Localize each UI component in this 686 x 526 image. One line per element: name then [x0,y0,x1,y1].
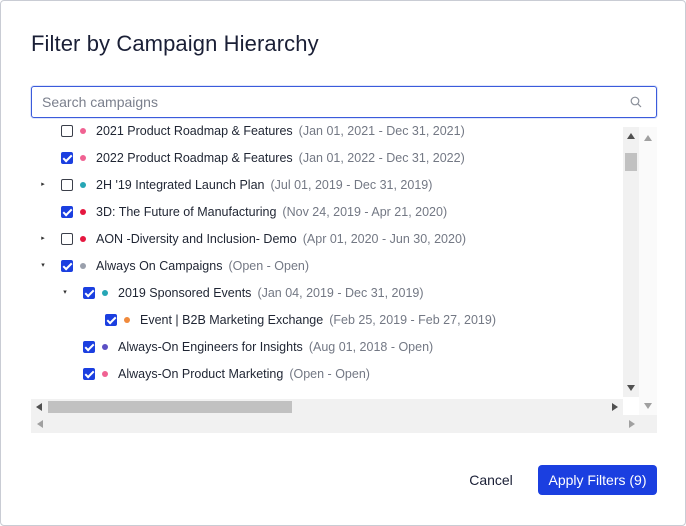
campaign-name: 2021 Product Roadmap & Features [96,124,293,138]
campaign-color-dot-icon [80,236,86,242]
campaign-color-dot-icon [80,209,86,215]
campaign-tree: 2021 Product Roadmap & Features (Jan 01, … [31,119,657,433]
horizontal-scroll-thumb[interactable] [48,401,292,413]
campaign-color-dot-icon [102,371,108,377]
tree-checkbox[interactable] [83,341,95,353]
campaign-color-dot-icon [80,155,86,161]
tree-checkbox[interactable] [61,152,73,164]
campaign-name: Always On Campaigns [96,259,223,273]
tree-checkbox[interactable] [83,368,95,380]
tree-row[interactable]: ▸ AON -Diversity and Inclusion- Demo (Apr … [31,226,621,253]
search-input[interactable] [42,91,612,113]
tree-item-label[interactable]: Always On Campaigns (Open - Open) [96,259,309,273]
campaign-name: 2019 Sponsored Events [118,286,252,300]
scroll-down-arrow-icon[interactable] [627,385,635,391]
campaign-dates: (Open - Open) [289,367,370,381]
campaign-dates: (Aug 01, 2018 - Open) [308,340,434,354]
tree-row[interactable]: 2022 Product Roadmap & Features (Jan 01, … [31,145,621,172]
tree-checkbox[interactable] [83,287,95,299]
caret-down-icon[interactable]: ▾ [61,289,69,297]
scroll-up-arrow-icon[interactable] [627,133,635,139]
tree-item-label[interactable]: Event | B2B Marketing Exchange (Feb 25, 2… [140,313,496,327]
vertical-scrollbar[interactable] [623,127,639,397]
campaign-color-dot-icon [80,128,86,134]
tree-row[interactable]: ▾ Always On Campaigns (Open - Open) [31,253,621,280]
scroll-left-arrow-icon[interactable] [36,403,42,411]
caret-down-icon[interactable]: ▾ [39,262,47,270]
campaign-dates: (Nov 24, 2019 - Apr 21, 2020) [282,205,448,219]
campaign-dates: (Open - Open) [228,259,310,273]
campaign-color-dot-icon [102,290,108,296]
horizontal-scrollbar[interactable] [31,399,623,415]
tree-row[interactable]: Always-On Engineers for Insights (Aug 01,… [31,334,621,361]
scroll-right-arrow-icon[interactable] [629,420,635,428]
campaign-name: 3D: The Future of Manufacturing [96,205,277,219]
tree-row[interactable]: ▾ 2019 Sponsored Events (Jan 04, 2019 - De… [31,280,621,307]
campaign-name: AON -Diversity and Inclusion- Demo [96,232,297,246]
outer-vertical-scrollbar[interactable] [639,127,657,417]
campaign-dates: (Jan 01, 2021 - Dec 31, 2021) [298,124,465,138]
campaign-color-dot-icon [80,182,86,188]
tree-checkbox[interactable] [61,125,73,137]
tree-checkbox[interactable] [61,233,73,245]
outer-horizontal-scrollbar[interactable] [31,415,657,433]
tree-item-label[interactable]: 2H '19 Integrated Launch Plan (Jul 01, 20… [96,178,432,192]
tree-checkbox[interactable] [61,206,73,218]
tree-row[interactable]: Event | B2B Marketing Exchange (Feb 25, 2… [31,307,621,334]
tree-item-label[interactable]: 2019 Sponsored Events (Jan 04, 2019 - Dec… [118,286,424,300]
tree-item-label[interactable]: Always-On Product Marketing (Open - Open) [118,367,370,381]
scroll-down-arrow-icon[interactable] [644,403,652,409]
apply-filters-button[interactable]: Apply Filters (9) [538,465,657,495]
tree-row[interactable]: 3D: The Future of Manufacturing (Nov 24, … [31,199,621,226]
tree-item-label[interactable]: AON -Diversity and Inclusion- Demo (Apr 0… [96,232,466,246]
campaign-name: 2H '19 Integrated Launch Plan [96,178,265,192]
scroll-left-arrow-icon[interactable] [37,420,43,428]
campaign-color-dot-icon [124,317,130,323]
campaign-color-dot-icon [80,263,86,269]
campaign-name: Event | B2B Marketing Exchange [140,313,324,327]
scroll-right-arrow-icon[interactable] [612,403,618,411]
campaign-name: Always-On Product Marketing [118,367,284,381]
tree-item-label[interactable]: 2022 Product Roadmap & Features (Jan 01, … [96,151,465,165]
tree-row[interactable]: 2021 Product Roadmap & Features (Jan 01, … [31,119,621,145]
tree-item-label[interactable]: 3D: The Future of Manufacturing (Nov 24, … [96,205,447,219]
tree-checkbox[interactable] [61,260,73,272]
caret-right-icon[interactable]: ▸ [39,235,47,243]
vertical-scroll-thumb[interactable] [625,153,637,171]
tree-checkbox[interactable] [105,314,117,326]
filter-dialog: Filter by Campaign Hierarchy 2021 Produc… [0,0,686,526]
scroll-up-arrow-icon[interactable] [644,135,652,141]
campaign-color-dot-icon [102,344,108,350]
dialog-title: Filter by Campaign Hierarchy [31,31,319,56]
caret-right-icon[interactable]: ▸ [39,181,47,189]
campaign-dates: (Jan 01, 2022 - Dec 31, 2022) [298,151,465,165]
scrollbar-corner [623,399,639,415]
tree-row[interactable]: ▸ 2H '19 Integrated Launch Plan (Jul 01, 2… [31,172,621,199]
tree-row[interactable]: Always-On Product Marketing (Open - Open) [31,361,621,388]
campaign-name: 2022 Product Roadmap & Features [96,151,293,165]
tree-checkbox[interactable] [61,179,73,191]
search-icon[interactable] [630,96,642,108]
tree-item-label[interactable]: 2021 Product Roadmap & Features (Jan 01, … [96,124,465,138]
search-box[interactable] [31,86,657,118]
campaign-dates: (Feb 25, 2019 - Feb 27, 2019) [329,313,496,327]
cancel-button[interactable]: Cancel [459,465,523,495]
campaign-dates: (Apr 01, 2020 - Jun 30, 2020) [302,232,467,246]
campaign-name: Always-On Engineers for Insights [118,340,303,354]
campaign-dates: (Jul 01, 2019 - Dec 31, 2019) [270,178,433,192]
campaign-dates: (Jan 04, 2019 - Dec 31, 2019) [257,286,424,300]
tree-item-label[interactable]: Always-On Engineers for Insights (Aug 01,… [118,340,433,354]
